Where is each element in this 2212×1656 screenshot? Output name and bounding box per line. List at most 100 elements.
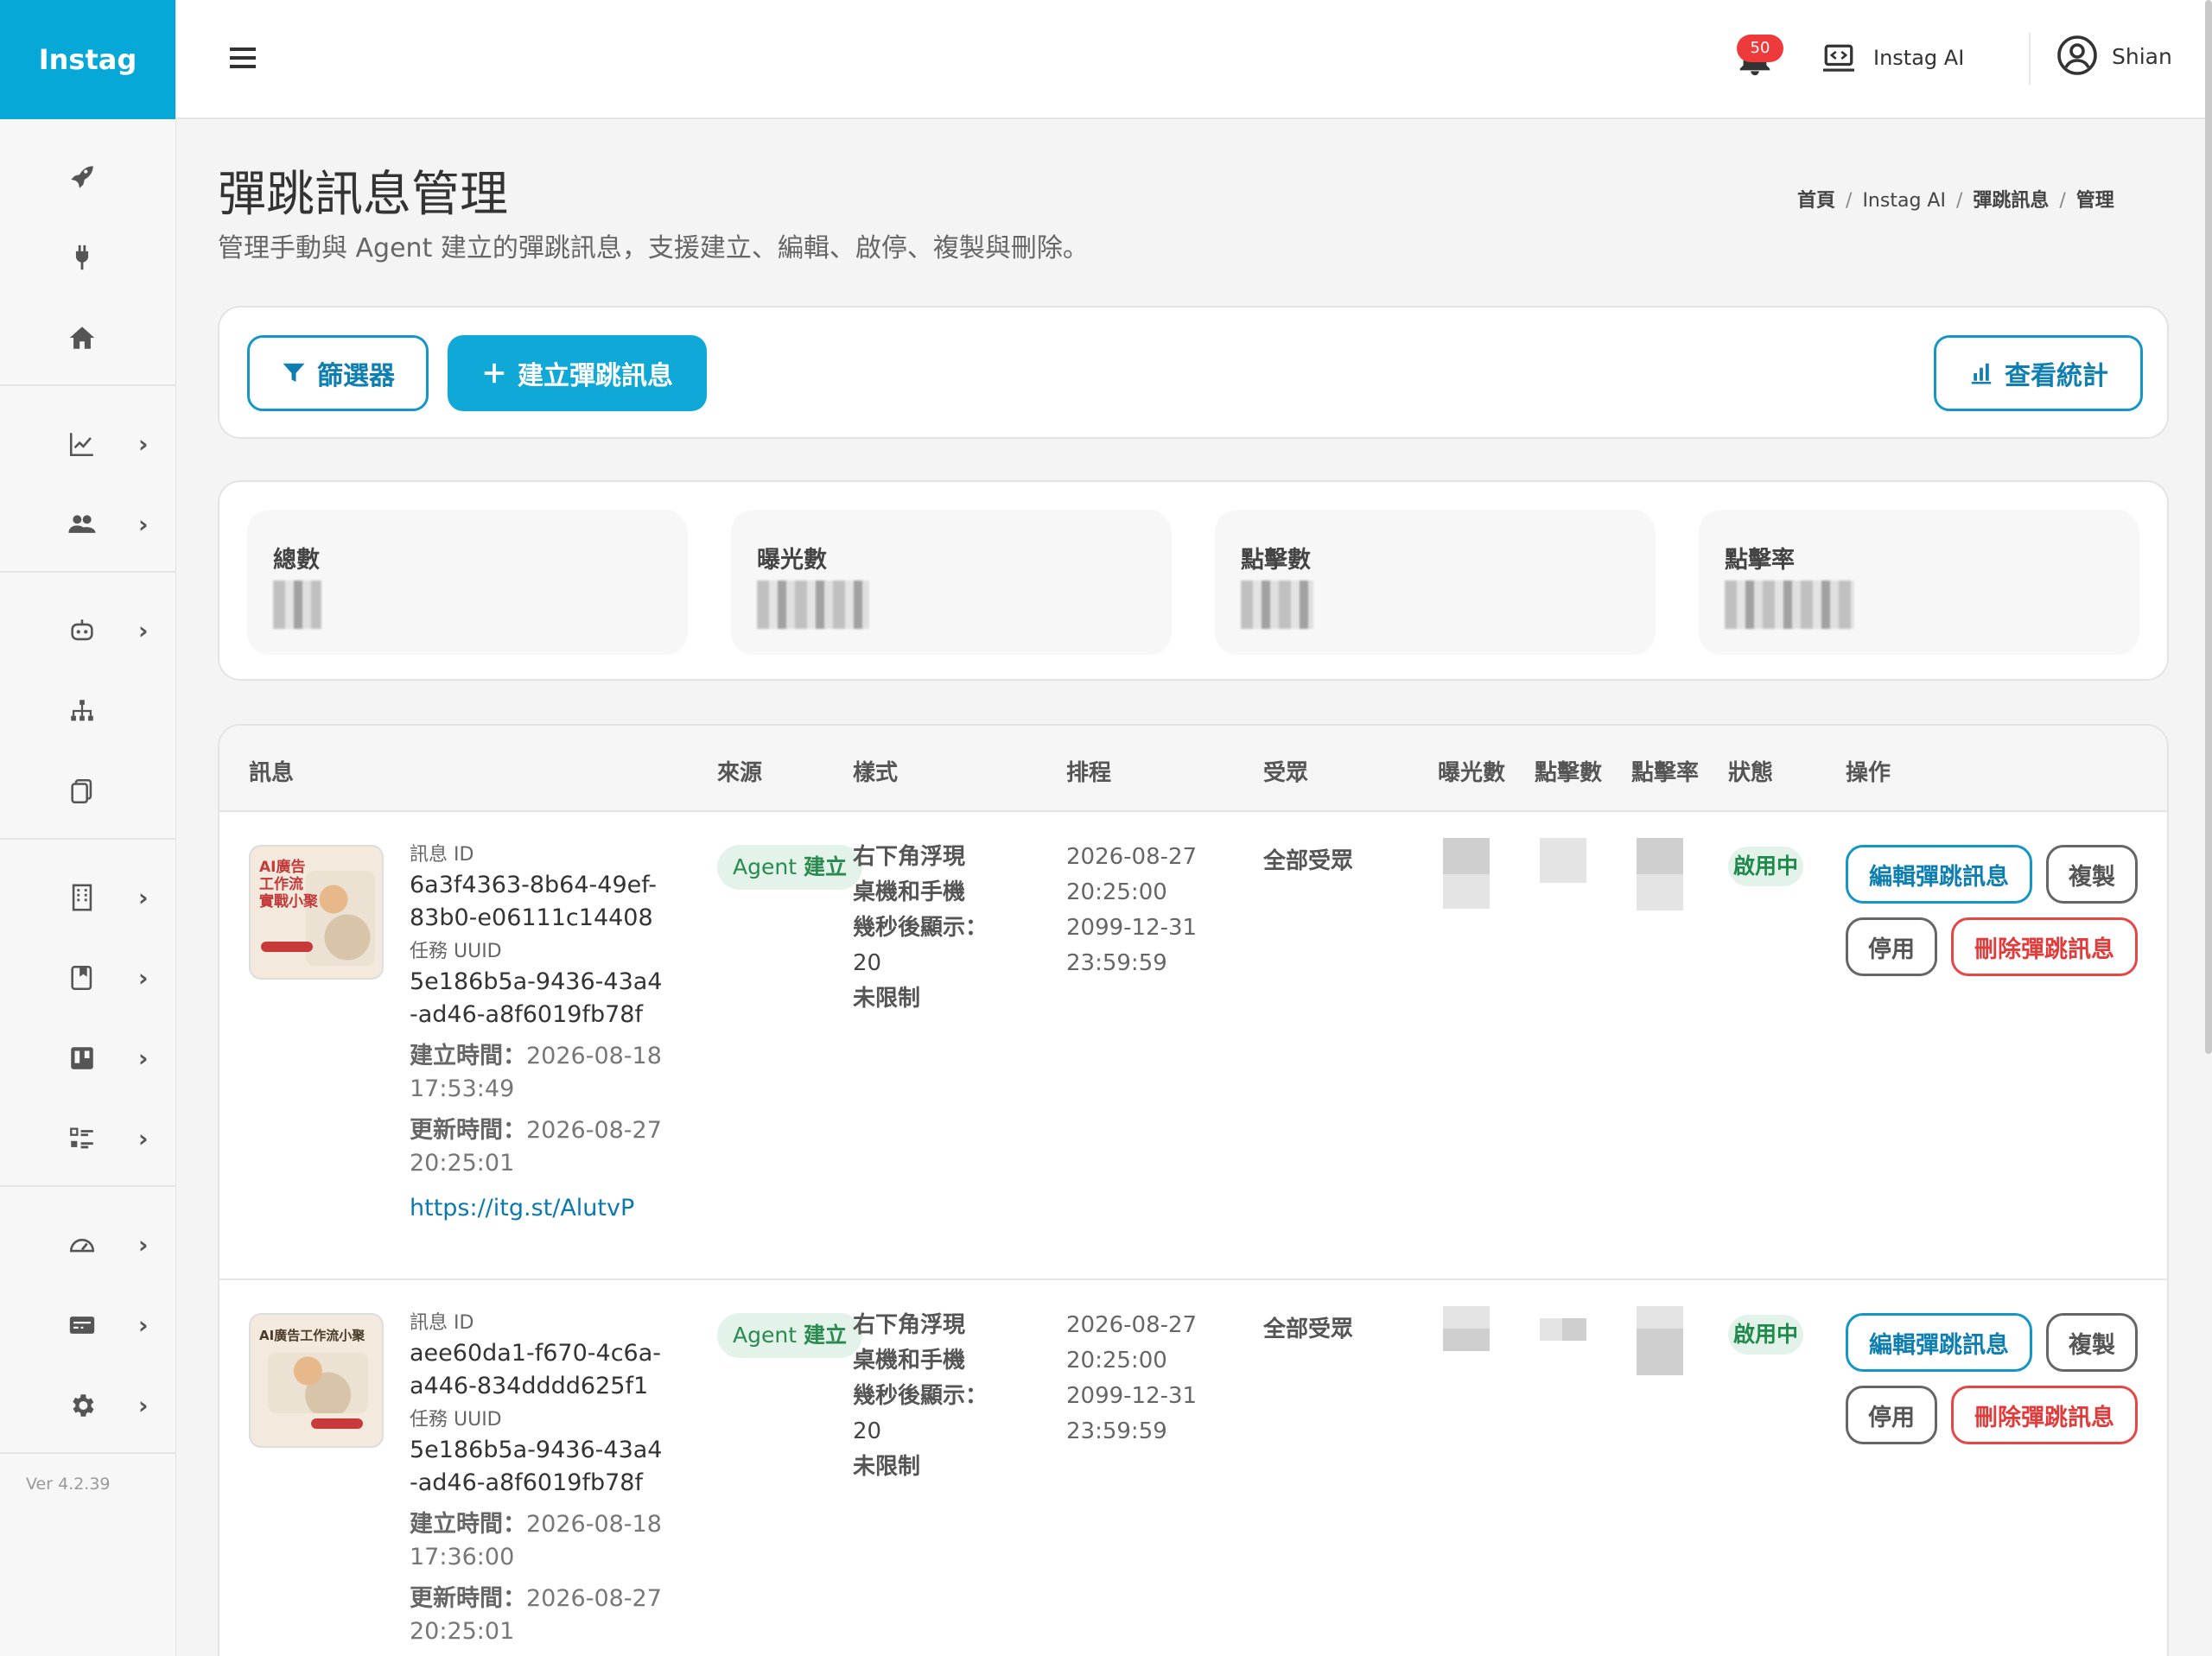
sidebar-item-tasks[interactable]: › xyxy=(0,1098,175,1178)
instag-ai-link[interactable]: Instag AI xyxy=(1873,46,1964,70)
source-badge: Agent 建立 xyxy=(717,845,862,890)
sidebar-item-gauge[interactable]: › xyxy=(0,1204,175,1285)
schedule-end-time: 23:59:59 xyxy=(1066,950,1167,976)
chevron-right-icon: › xyxy=(138,429,149,458)
breadcrumb-instag-ai[interactable]: Instag AI xyxy=(1862,190,1946,212)
user-name[interactable]: Shian xyxy=(2112,44,2172,69)
column-header-schedule: 排程 xyxy=(1066,760,1112,786)
style-position: 右下角浮現 xyxy=(853,844,966,870)
message-meta: 訊息 ID aee60da1-f670-4c6a-a446-834dddd625… xyxy=(410,1310,669,1648)
column-header-message: 訊息 xyxy=(249,760,295,786)
breadcrumb: 首頁 / Instag AI / 彈跳訊息 / 管理 xyxy=(1797,190,2114,212)
thumbnail-cta xyxy=(311,1418,363,1429)
disable-popup-button[interactable]: 停用 xyxy=(1846,1386,1937,1444)
style-limit: 未限制 xyxy=(853,986,921,1012)
copy-popup-button[interactable]: 複製 xyxy=(2046,845,2138,904)
clicks-redacted xyxy=(1540,1318,1562,1341)
nav-group-1 xyxy=(0,119,175,386)
sidebar-item-settings[interactable]: › xyxy=(0,1365,175,1445)
breadcrumb-popups[interactable]: 彈跳訊息 xyxy=(1973,190,2049,212)
laptop-code-icon[interactable] xyxy=(1821,43,1856,74)
short-link[interactable]: https://itg.st/AlutvP xyxy=(410,1192,669,1225)
create-popup-button[interactable]: 建立彈跳訊息 xyxy=(448,335,707,411)
column-header-style: 樣式 xyxy=(853,760,899,786)
chevron-right-icon: › xyxy=(138,963,149,992)
thumbnail-cta xyxy=(261,942,313,952)
users-icon xyxy=(67,510,97,539)
chevron-right-icon: › xyxy=(138,1230,149,1259)
bookmark-book-icon xyxy=(67,963,97,993)
delete-popup-button[interactable]: 刪除彈跳訊息 xyxy=(1951,1386,2138,1444)
sidebar-item-robot[interactable]: › xyxy=(0,590,175,670)
view-stats-button[interactable]: 查看統計 xyxy=(1934,335,2143,411)
style-info: 右下角浮現 桌機和手機 幾秒後顯示： 20 未限制 xyxy=(853,840,988,1017)
audience: 全部受眾 xyxy=(1263,848,1354,874)
sidebar-item-home[interactable] xyxy=(0,297,175,378)
copy-popup-button[interactable]: 複製 xyxy=(2046,1313,2138,1372)
chevron-right-icon: › xyxy=(138,1391,149,1419)
brand-logo[interactable]: Instag xyxy=(0,0,175,119)
sidebar-item-copy[interactable] xyxy=(0,751,175,831)
stat-total-label: 總數 xyxy=(273,547,320,574)
breadcrumb-home[interactable]: 首頁 xyxy=(1797,190,1835,212)
sidebar-item-book[interactable]: › xyxy=(0,937,175,1018)
menu-toggle-icon[interactable] xyxy=(230,45,257,71)
sidebar-item-analytics[interactable]: › xyxy=(0,403,175,484)
stat-clicks-label: 點擊數 xyxy=(1241,547,1311,574)
source-badge-created: 建立 xyxy=(803,854,847,879)
style-info: 右下角浮現 桌機和手機 幾秒後顯示： 20 未限制 xyxy=(853,1308,988,1485)
edit-popup-button[interactable]: 編輯彈跳訊息 xyxy=(1846,845,2032,904)
sidebar-item-card[interactable]: › xyxy=(0,1285,175,1365)
sidebar-item-users[interactable]: › xyxy=(0,484,175,564)
style-delay-label: 幾秒後顯示： xyxy=(853,915,988,941)
building-icon xyxy=(67,883,97,912)
stat-total-value-redacted xyxy=(273,581,321,629)
popup-thumbnail[interactable]: AI廣告工作流小聚 xyxy=(249,1313,384,1448)
impressions-redacted xyxy=(1443,874,1490,909)
chevron-right-icon: › xyxy=(138,1124,149,1152)
page-scrollbar[interactable] xyxy=(2205,0,2212,1054)
edit-popup-button[interactable]: 編輯彈跳訊息 xyxy=(1846,1313,2032,1372)
source-badge-created: 建立 xyxy=(803,1323,847,1348)
disable-popup-button[interactable]: 停用 xyxy=(1846,917,1937,976)
column-header-actions: 操作 xyxy=(1846,760,1891,786)
updated-label: 更新時間： xyxy=(410,1585,526,1612)
chevron-right-icon: › xyxy=(138,883,149,911)
impressions-redacted xyxy=(1443,1306,1490,1329)
copy-icon xyxy=(67,777,97,806)
audience: 全部受眾 xyxy=(1263,1317,1354,1342)
clicks-redacted xyxy=(1562,1318,1586,1341)
style-device: 桌機和手機 xyxy=(853,1348,966,1374)
rocket-icon xyxy=(67,162,97,192)
nav-group-3: › xyxy=(0,573,175,840)
ctr-redacted xyxy=(1637,1329,1683,1375)
clicks-redacted xyxy=(1540,838,1586,883)
filter-icon xyxy=(283,363,305,382)
popup-thumbnail[interactable]: AI廣告 工作流 實戰小聚 xyxy=(249,845,384,980)
sidebar-item-rocket[interactable] xyxy=(0,136,175,217)
column-header-impressions: 曝光數 xyxy=(1438,760,1506,786)
sidebar-item-sitemap[interactable] xyxy=(0,670,175,751)
page-subtitle: 管理手動與 Agent 建立的彈跳訊息，支援建立、編輯、啟停、複製與刪除。 xyxy=(218,233,1089,263)
nav-group-2: › › xyxy=(0,386,175,573)
sidebar-item-board[interactable]: › xyxy=(0,1018,175,1098)
stat-ctr: 點擊率 xyxy=(1699,510,2139,655)
sidebar-item-plug[interactable] xyxy=(0,217,175,297)
user-avatar-icon[interactable] xyxy=(2056,35,2098,76)
stat-impressions-label: 曝光數 xyxy=(757,547,827,574)
status-badge: 啟用中 xyxy=(1728,1315,1804,1355)
delete-popup-button[interactable]: 刪除彈跳訊息 xyxy=(1951,917,2138,976)
stat-impressions-value-redacted xyxy=(757,581,869,629)
nav-group-5: › › › xyxy=(0,1187,175,1454)
ctr-redacted xyxy=(1637,838,1683,874)
stat-clicks-value-redacted xyxy=(1241,581,1313,629)
robot-icon xyxy=(67,616,97,645)
message-id: aee60da1-f670-4c6a-a446-834dddd625f1 xyxy=(410,1340,662,1399)
schedule-end-time: 23:59:59 xyxy=(1066,1418,1167,1444)
column-header-audience: 受眾 xyxy=(1263,760,1309,786)
chevron-right-icon: › xyxy=(138,1310,149,1339)
app-version: Ver 4.2.39 xyxy=(26,1475,111,1494)
filter-button[interactable]: 篩選器 xyxy=(247,335,429,411)
plug-icon xyxy=(67,243,97,272)
sidebar-item-building[interactable]: › xyxy=(0,857,175,937)
